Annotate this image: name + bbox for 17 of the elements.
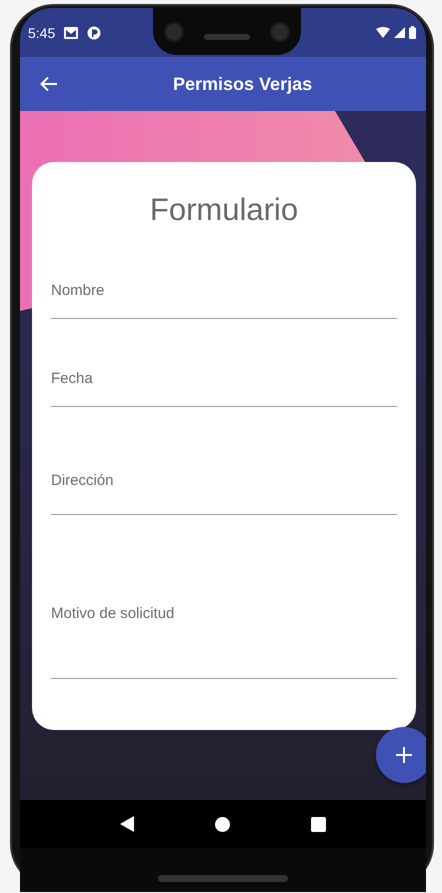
wifi-icon [376,27,390,38]
text-field[interactable]: Dirección [51,459,397,515]
text-area-field[interactable]: Motivo de solicitud [51,595,397,679]
form-title: Formulario [148,192,300,229]
back-arrow-icon [40,76,58,92]
recents-square-icon[interactable] [310,816,326,832]
text-field[interactable]: Fecha [51,363,397,407]
signal-icon [394,27,405,38]
app-bar-title: Permisos Verjas [173,74,312,94]
plus-icon [396,747,412,763]
back-triangle-icon[interactable] [120,816,134,832]
text-field[interactable]: Nombre [51,275,397,319]
mail-icon [63,26,80,40]
app-notification-icon [87,26,102,40]
battery-icon [409,26,416,39]
home-circle-icon[interactable] [214,816,230,832]
status-time: 5:45 [28,24,56,40]
